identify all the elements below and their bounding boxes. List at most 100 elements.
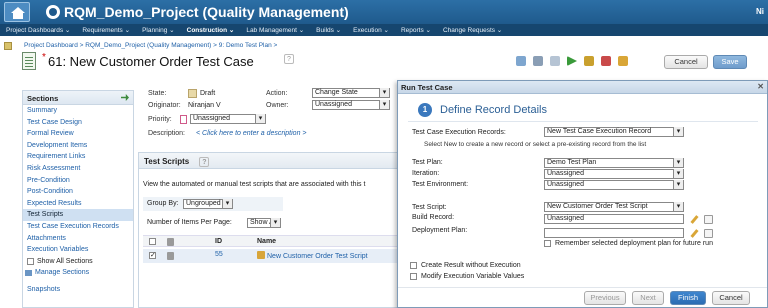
remember-checkbox[interactable] xyxy=(544,240,551,247)
sidebar-item-pre-condition[interactable]: Pre-Condition xyxy=(23,175,133,187)
edit-deployment-icon[interactable] xyxy=(690,229,699,238)
group-by-select[interactable]: Ungrouped xyxy=(183,199,233,209)
app-banner: RQM_Demo_Project (Quality Management) Ni xyxy=(0,0,768,24)
sidebar-item-requirement-links[interactable]: Requirement Links xyxy=(23,151,133,163)
snapshots-link[interactable]: Snapshots xyxy=(23,278,133,293)
test-scripts-title: Test Scripts xyxy=(144,157,190,166)
test-script-label: Test Script: xyxy=(412,204,447,211)
sidebar-item-formal-review[interactable]: Formal Review xyxy=(23,128,133,140)
page-title: 61: New Customer Order Test Case xyxy=(48,54,254,69)
previous-button[interactable]: Previous xyxy=(584,291,626,305)
duplicate-icon[interactable] xyxy=(533,56,543,66)
deployment-plan-label: Deployment Plan: xyxy=(412,227,468,234)
per-page-label: Number of Items Per Page: xyxy=(147,219,232,226)
tag-icon[interactable] xyxy=(618,56,628,66)
dialog-title: Run Test Case xyxy=(401,83,453,92)
row-id: 55 xyxy=(215,251,223,258)
tcer-select[interactable]: New Test Case Execution Record xyxy=(544,127,684,137)
originator-value: Niranjan V xyxy=(188,102,221,109)
test-script-select[interactable]: New Customer Order Test Script xyxy=(544,202,684,212)
sidebar-item-attachments[interactable]: Attachments xyxy=(23,233,133,245)
show-all-checkbox[interactable] xyxy=(27,257,34,265)
copy-icon[interactable] xyxy=(516,56,526,66)
modify-variables-option[interactable]: Modify Execution Variable Values xyxy=(410,273,524,280)
create-without-execution-option[interactable]: Create Result without Execution xyxy=(410,262,521,269)
row-type-icon[interactable] xyxy=(167,252,174,260)
test-plan-select[interactable]: Demo Test Plan xyxy=(544,158,684,168)
modify-vars-label: Modify Execution Variable Values xyxy=(421,273,525,280)
sidebar-item-test-case-design[interactable]: Test Case Design xyxy=(23,117,133,129)
summary-panel: State: Draft Action: Change State Origin… xyxy=(140,88,398,144)
sidebar-item-test-scripts[interactable]: Test Scripts xyxy=(23,209,133,221)
per-page-select[interactable]: Show All xyxy=(247,218,281,228)
dialog-cancel-button[interactable]: Cancel xyxy=(712,291,750,305)
sections-header: Sections xyxy=(23,91,133,105)
help-icon[interactable]: ? xyxy=(284,54,294,64)
clear-build-icon[interactable] xyxy=(704,215,713,224)
show-all-label: Show All Sections xyxy=(37,257,93,265)
priority-select[interactable]: Unassigned xyxy=(190,114,266,124)
sidebar-item-post-condition[interactable]: Post-Condition xyxy=(23,186,133,198)
sidebar-item-risk-assessment[interactable]: Risk Assessment xyxy=(23,163,133,175)
close-icon[interactable]: ✕ xyxy=(757,82,764,91)
create-without-checkbox[interactable] xyxy=(410,262,417,269)
nav-lab-management[interactable]: Lab Management ⌄ xyxy=(240,26,310,34)
description-link[interactable]: < Click here to enter a description > xyxy=(196,130,307,137)
tcer-hint: Select New to create a new record or sel… xyxy=(424,141,647,148)
save-button[interactable]: Save xyxy=(713,55,747,69)
dialog-title-bar: Run Test Case ✕ xyxy=(398,81,767,94)
sidebar-item-summary[interactable]: Summary xyxy=(23,105,133,117)
owner-select[interactable]: Unassigned xyxy=(312,100,390,110)
test-plan-label: Test Plan: xyxy=(412,159,443,166)
action-select[interactable]: Change State xyxy=(312,88,390,98)
sidebar-item-execution-records[interactable]: Test Case Execution Records xyxy=(23,221,133,233)
home-icon[interactable] xyxy=(4,2,30,22)
row-name-link[interactable]: New Customer Order Test Script xyxy=(257,251,368,260)
manage-sections-link[interactable]: Manage Sections xyxy=(23,267,133,278)
sections-sidebar: Sections Summary Test Case Design Formal… xyxy=(22,90,134,308)
breadcrumb[interactable]: Project Dashboard > RQM_Demo_Project (Qu… xyxy=(24,42,277,49)
link-icon[interactable] xyxy=(550,56,560,66)
nav-requirements[interactable]: Requirements ⌄ xyxy=(76,26,136,34)
dialog-footer: Previous Next Finish Cancel xyxy=(398,287,767,307)
nav-planning[interactable]: Planning ⌄ xyxy=(136,26,181,34)
id-column-header[interactable]: ID xyxy=(215,238,222,245)
deployment-plan-field[interactable] xyxy=(544,228,684,238)
iteration-select[interactable]: Unassigned xyxy=(544,169,684,179)
sidebar-item-expected-results[interactable]: Expected Results xyxy=(23,198,133,210)
test-scripts-header: Test Scripts ? xyxy=(139,153,397,169)
nav-change-requests[interactable]: Change Requests ⌄ xyxy=(437,26,508,34)
sidebar-item-development-items[interactable]: Development Items xyxy=(23,140,133,152)
edit-build-icon[interactable] xyxy=(690,215,699,224)
table-row[interactable]: 55 New Customer Order Test Script xyxy=(143,249,399,263)
show-all-sections-toggle[interactable]: Show All Sections xyxy=(23,256,133,267)
row-checkbox[interactable] xyxy=(149,252,156,259)
next-button[interactable]: Next xyxy=(632,291,664,305)
build-record-field[interactable]: Unassigned xyxy=(544,214,684,224)
nav-construction[interactable]: Construction ⌄ xyxy=(181,26,241,34)
priority-label: Priority: xyxy=(148,116,172,123)
nav-builds[interactable]: Builds ⌄ xyxy=(310,26,347,34)
pin-icon[interactable] xyxy=(121,94,129,101)
modify-vars-checkbox[interactable] xyxy=(410,273,417,280)
edit-icon[interactable] xyxy=(584,56,594,66)
nav-execution[interactable]: Execution ⌄ xyxy=(347,26,395,34)
finish-button[interactable]: Finish xyxy=(670,291,706,305)
select-all-checkbox[interactable] xyxy=(149,238,156,245)
environment-select[interactable]: Unassigned xyxy=(544,180,684,190)
sidebar-item-execution-variables[interactable]: Execution Variables xyxy=(23,244,133,256)
cancel-button[interactable]: Cancel xyxy=(664,55,708,69)
run-icon[interactable] xyxy=(567,56,577,66)
remember-label: Remember selected deployment plan for fu… xyxy=(555,240,713,247)
nav-project-dashboards[interactable]: Project Dashboards ⌄ xyxy=(0,26,76,34)
print-icon[interactable] xyxy=(601,56,611,66)
unsaved-marker: * xyxy=(42,52,46,63)
user-name[interactable]: Ni xyxy=(756,7,764,16)
clear-deployment-icon[interactable] xyxy=(704,229,713,238)
name-column-header[interactable]: Name xyxy=(257,238,276,245)
nav-reports[interactable]: Reports ⌄ xyxy=(395,26,437,34)
tcer-label: Test Case Execution Records: xyxy=(412,129,506,136)
remember-deployment-option[interactable]: Remember selected deployment plan for fu… xyxy=(544,240,713,247)
script-icon xyxy=(257,251,265,259)
scripts-help-icon[interactable]: ? xyxy=(199,157,210,167)
